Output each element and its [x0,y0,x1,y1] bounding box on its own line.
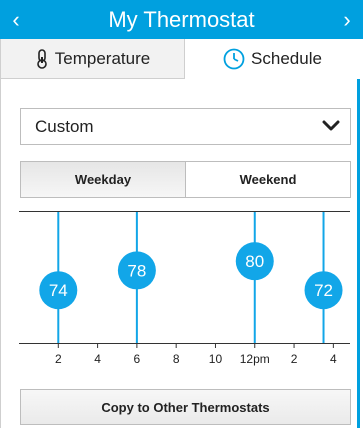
copy-to-thermostats-button[interactable]: Copy to Other Thermostats [20,389,351,425]
x-tick-label: 10 [209,352,223,366]
copy-button-label: Copy to Other Thermostats [101,399,270,415]
clock-icon [223,48,245,70]
weekday-option[interactable]: Weekday [21,162,186,197]
x-tick-label: 6 [134,352,141,366]
x-tick-label: 2 [55,352,62,366]
x-tick-label: 12pm [240,352,270,366]
setpoint-temp-label: 80 [245,252,264,271]
page-title: My Thermostat [108,7,255,32]
x-tick-label: 8 [173,352,180,366]
setpoint-handle[interactable]: 78 [117,251,156,290]
tab-schedule[interactable]: Schedule [185,39,360,79]
chevron-right-icon: › [343,7,351,32]
main-panel: Temperature Schedule Custom Weekday Week… [0,39,360,428]
chevron-down-icon [322,117,340,140]
tab-schedule-label: Schedule [251,49,322,68]
tab-temperature[interactable]: Temperature [1,39,185,79]
title-bar: ‹ My Thermostat › [0,0,363,39]
tab-bar: Temperature Schedule [1,39,360,79]
schedule-type-value: Custom [35,116,94,136]
tab-temperature-label: Temperature [54,48,151,68]
x-tick-label: 4 [94,352,101,366]
x-tick-label: 2 [291,352,298,366]
setpoint-handle[interactable]: 72 [304,271,343,310]
weekend-option[interactable]: Weekend [186,162,350,197]
setpoint-temp-label: 74 [49,281,68,300]
setpoint-temp-label: 78 [127,261,146,280]
setpoint-temp-label: 72 [314,281,333,300]
day-type-toggle: Weekday Weekend [20,161,351,198]
schedule-chart: 2 4 6 8 10 12pm 2 4 74 78 80 72 [19,211,350,366]
schedule-type-select[interactable]: Custom [20,108,351,145]
x-tick-label: 4 [330,352,337,366]
setpoint-handle[interactable]: 74 [39,271,78,310]
setpoint-handle[interactable]: 80 [235,242,274,281]
thermometer-icon [35,48,49,69]
forward-button[interactable]: › [335,0,359,39]
